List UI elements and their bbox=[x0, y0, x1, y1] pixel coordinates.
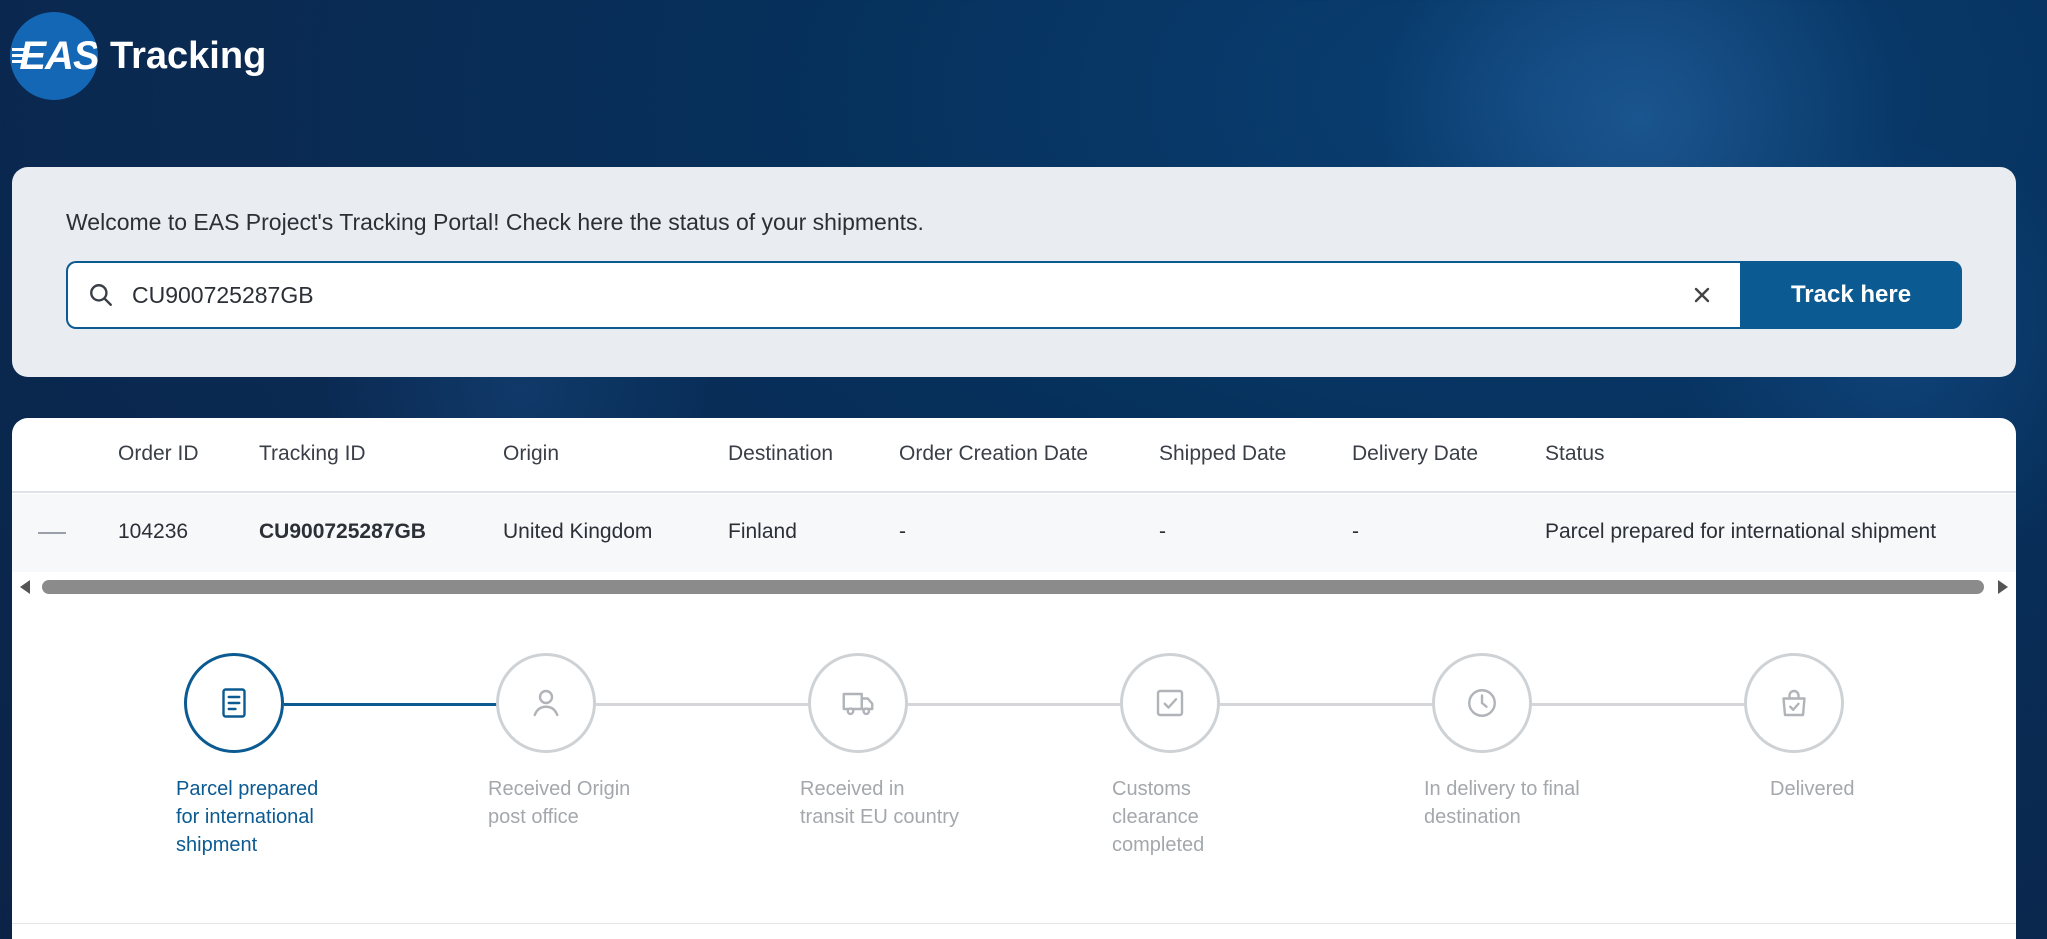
step-connector bbox=[908, 703, 1136, 706]
truck-icon bbox=[842, 692, 874, 716]
collapse-toggle-icon[interactable] bbox=[38, 532, 66, 534]
cell-status: Parcel prepared for international shipme… bbox=[1545, 520, 1937, 543]
shipment-progress-stepper: Parcel prepared for international shipme… bbox=[12, 653, 2016, 913]
logo[interactable]: EAS bbox=[10, 12, 98, 100]
step-label: Parcel prepared for international shipme… bbox=[176, 778, 319, 856]
column-status: Status bbox=[1545, 442, 1605, 465]
column-delivery-date: Delivery Date bbox=[1352, 442, 1479, 465]
checkbox-icon bbox=[1156, 689, 1184, 717]
search-row: Track here bbox=[66, 261, 1962, 329]
column-order-creation-date: Order Creation Date bbox=[899, 442, 1089, 465]
column-origin: Origin bbox=[503, 442, 560, 465]
app-title: Tracking bbox=[110, 34, 267, 77]
column-destination: Destination bbox=[728, 442, 834, 465]
cell-order-id: 104236 bbox=[118, 520, 189, 543]
scroll-right-arrow-icon[interactable] bbox=[1998, 580, 2008, 594]
column-order-id: Order ID bbox=[118, 442, 199, 465]
track-here-button[interactable]: Track here bbox=[1740, 261, 1962, 329]
bag-check-icon bbox=[1782, 689, 1806, 717]
logo-text: EAS bbox=[19, 33, 98, 78]
search-card: Welcome to EAS Project's Tracking Portal… bbox=[12, 167, 2016, 377]
clock-icon bbox=[1468, 689, 1496, 717]
cell-delivery-date: - bbox=[1352, 520, 1359, 543]
column-tracking-id: Tracking ID bbox=[259, 442, 366, 465]
document-icon bbox=[222, 688, 246, 718]
step-transit-eu bbox=[808, 653, 908, 753]
divider bbox=[12, 923, 2016, 924]
step-in-delivery bbox=[1432, 653, 1532, 753]
cell-destination: Finland bbox=[728, 520, 797, 543]
table-row[interactable]: 104236 CU900725287GB United Kingdom Finl… bbox=[12, 494, 2016, 572]
search-box[interactable] bbox=[66, 261, 1740, 329]
step-customs-cleared bbox=[1120, 653, 1220, 753]
cell-origin: United Kingdom bbox=[503, 520, 653, 543]
step-connector bbox=[284, 703, 512, 706]
welcome-text: Welcome to EAS Project's Tracking Portal… bbox=[66, 209, 924, 235]
table-header: Order ID Tracking ID Origin Destination … bbox=[12, 418, 2016, 493]
step-label: Received in transit EU country bbox=[800, 778, 959, 828]
header: EAS Tracking bbox=[10, 12, 266, 100]
step-label: In delivery to final destination bbox=[1424, 778, 1580, 828]
column-shipped-date: Shipped Date bbox=[1159, 442, 1287, 465]
step-connector bbox=[596, 703, 824, 706]
search-icon bbox=[90, 284, 112, 306]
person-icon bbox=[533, 689, 559, 717]
results-card: Order ID Tracking ID Origin Destination … bbox=[12, 418, 2016, 939]
horizontal-scrollbar[interactable] bbox=[12, 572, 2016, 600]
scroll-left-arrow-icon[interactable] bbox=[20, 580, 30, 594]
step-label: Customs clearance completed bbox=[1112, 778, 1205, 856]
cell-order-creation-date: - bbox=[899, 520, 906, 543]
step-label: Delivered bbox=[1770, 778, 1855, 800]
cell-tracking-id: CU900725287GB bbox=[259, 520, 426, 543]
step-delivered bbox=[1744, 653, 1844, 753]
tracking-search-input[interactable] bbox=[132, 281, 1632, 309]
step-connector bbox=[1220, 703, 1448, 706]
clear-icon[interactable] bbox=[1692, 285, 1712, 305]
step-parcel-prepared bbox=[184, 653, 284, 753]
step-connector bbox=[1532, 703, 1760, 706]
logo-speed-lines bbox=[12, 48, 26, 66]
step-label: Received Origin post office bbox=[488, 778, 631, 828]
step-received-origin bbox=[496, 653, 596, 753]
cell-shipped-date: - bbox=[1159, 520, 1166, 543]
scrollbar-thumb[interactable] bbox=[42, 580, 1984, 594]
